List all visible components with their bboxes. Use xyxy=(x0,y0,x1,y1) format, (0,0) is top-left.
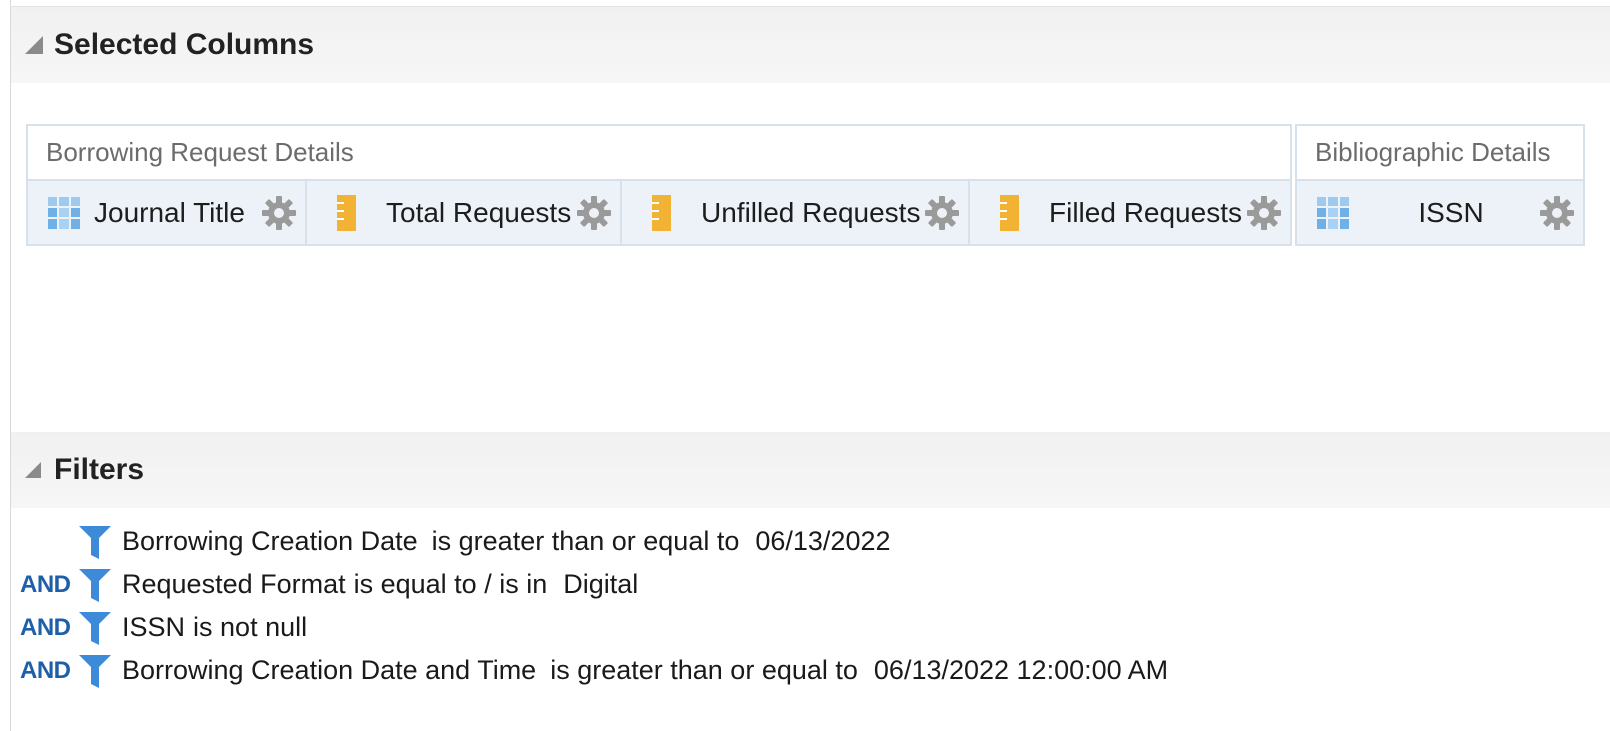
filters-header[interactable]: Filters xyxy=(11,432,1610,508)
gear-icon[interactable] xyxy=(924,195,960,231)
column-label: Total Requests xyxy=(386,196,572,228)
measure-column-icon xyxy=(652,194,671,231)
column-journal-title[interactable]: Journal Title xyxy=(28,181,307,244)
column-label: Unfilled Requests xyxy=(701,196,921,228)
filter-operator: is not null xyxy=(193,612,308,642)
column-unfilled-requests[interactable]: Unfilled Requests xyxy=(622,181,970,244)
group-label: Borrowing Request Details xyxy=(28,126,1290,181)
criteria-columns: Borrowing Request Details Journal Title … xyxy=(26,124,1585,246)
gear-icon[interactable] xyxy=(261,195,297,231)
column-label: Filled Requests xyxy=(1049,196,1242,228)
gear-icon[interactable] xyxy=(1246,195,1282,231)
measure-column-icon xyxy=(1000,194,1019,231)
panel-left-border xyxy=(10,0,11,731)
filter-row: Borrowing Creation Date is greater than … xyxy=(16,520,1168,563)
filter-connector[interactable]: AND xyxy=(16,657,78,685)
filter-operator: is greater than or equal to xyxy=(550,655,858,685)
funnel-icon[interactable] xyxy=(78,610,116,646)
filter-connector[interactable]: AND xyxy=(16,571,78,599)
filter-row: AND Requested Format is equal to / is in… xyxy=(16,563,1168,606)
group-label: Bibliographic Details xyxy=(1297,126,1583,181)
filter-row: AND Borrowing Creation Date and Time is … xyxy=(16,649,1168,692)
filter-column[interactable]: Borrowing Creation Date xyxy=(122,526,418,557)
measure-column-icon xyxy=(337,194,356,231)
attribute-column-icon xyxy=(1317,196,1349,229)
column-total-requests[interactable]: Total Requests xyxy=(307,181,622,244)
gear-icon[interactable] xyxy=(576,195,612,231)
funnel-icon[interactable] xyxy=(78,567,116,603)
column-issn[interactable]: ISSN xyxy=(1297,181,1583,244)
filter-column[interactable]: Borrowing Creation Date and Time xyxy=(122,655,536,686)
filter-operator: is equal to / is in xyxy=(353,569,548,599)
selected-columns-header[interactable]: Selected Columns xyxy=(11,7,1610,83)
filter-column[interactable]: Requested Format xyxy=(122,569,346,600)
column-group-borrowing-request-details: Borrowing Request Details Journal Title … xyxy=(26,124,1292,246)
column-group-bibliographic-details: Bibliographic Details ISSN xyxy=(1295,124,1585,246)
filter-value: 06/13/2022 xyxy=(755,526,891,556)
filter-column[interactable]: ISSN xyxy=(122,612,185,643)
column-label: Journal Title xyxy=(94,196,245,228)
filter-value: 06/13/2022 12:00:00 AM xyxy=(873,655,1169,685)
filter-row: AND ISSN is not null xyxy=(16,606,1168,649)
gear-icon[interactable] xyxy=(1539,195,1575,231)
column-filled-requests[interactable]: Filled Requests xyxy=(970,181,1290,244)
funnel-icon[interactable] xyxy=(78,653,116,689)
filter-connector[interactable]: AND xyxy=(16,614,78,642)
filters-list: Borrowing Creation Date is greater than … xyxy=(16,520,1168,692)
filter-operator: is greater than or equal to xyxy=(431,526,740,556)
column-label: ISSN xyxy=(1418,196,1484,228)
collapse-triangle-icon[interactable] xyxy=(25,462,41,478)
attribute-column-icon xyxy=(48,196,80,229)
funnel-icon[interactable] xyxy=(78,524,116,560)
filter-value: Digital xyxy=(563,569,639,599)
filters-title: Filters xyxy=(54,453,145,486)
collapse-triangle-icon[interactable] xyxy=(25,36,43,54)
selected-columns-title: Selected Columns xyxy=(54,28,315,61)
